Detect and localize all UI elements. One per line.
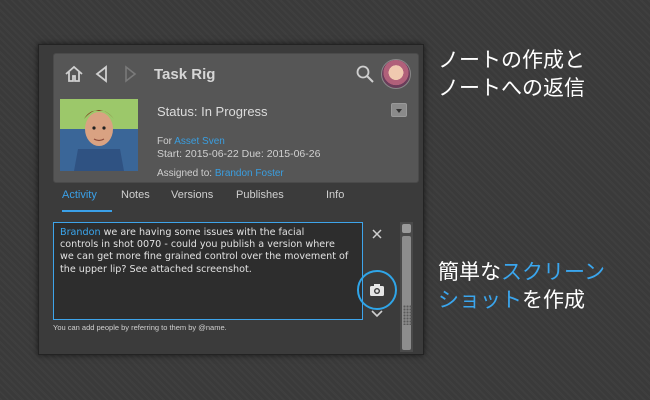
tab-bar: Activity Notes Versions Publishes Info bbox=[53, 185, 417, 213]
comment-line: controls in shot 0070 - could you publis… bbox=[60, 239, 335, 251]
screenshot-button[interactable] bbox=[357, 270, 397, 310]
tab-versions[interactable]: Versions bbox=[171, 189, 213, 201]
camera-icon bbox=[370, 284, 384, 296]
character-thumbnail-image bbox=[60, 99, 138, 171]
annotation-screenshot: 簡単なスクリーン ショットを作成 bbox=[438, 260, 605, 312]
page-title: Task Rig bbox=[154, 66, 216, 83]
chevron-down-icon bbox=[396, 109, 402, 113]
annotation-notes: ノートの作成と ノートへの返信 bbox=[438, 48, 585, 100]
scrollbar[interactable] bbox=[400, 222, 413, 352]
resize-grip[interactable] bbox=[403, 305, 412, 325]
tab-activity[interactable]: Activity bbox=[62, 189, 97, 201]
chevron-down-icon[interactable] bbox=[371, 310, 383, 318]
search-icon[interactable] bbox=[355, 64, 375, 84]
assignee-link[interactable]: Brandon Foster bbox=[215, 168, 284, 179]
titlebar: Task Rig bbox=[54, 54, 418, 94]
back-icon[interactable] bbox=[92, 65, 112, 83]
task-status: Status: In Progress bbox=[157, 104, 268, 119]
forward-icon[interactable] bbox=[120, 65, 140, 83]
task-dates: Start: 2015-06-22 Due: 2015-06-26 bbox=[157, 148, 321, 160]
tab-info[interactable]: Info bbox=[326, 189, 344, 201]
asset-thumbnail bbox=[60, 99, 138, 171]
status-dropdown-button[interactable] bbox=[391, 103, 407, 117]
task-header: Task Rig Status: In Progress For Asset S… bbox=[53, 53, 419, 183]
avatar[interactable] bbox=[381, 59, 411, 89]
comment-line: the upper lip? See attached screenshot. bbox=[60, 263, 252, 275]
close-icon[interactable] bbox=[372, 229, 382, 239]
home-icon[interactable] bbox=[64, 65, 84, 83]
task-entity: For Asset Sven bbox=[157, 136, 225, 147]
activity-panel: Task Rig Status: In Progress For Asset S… bbox=[38, 44, 424, 355]
tab-publishes[interactable]: Publishes bbox=[236, 189, 284, 201]
comment-line: we can get more fine grained control ove… bbox=[60, 251, 349, 263]
tab-notes[interactable]: Notes bbox=[121, 189, 150, 201]
mention-hint: You can add people by referring to them … bbox=[53, 323, 227, 332]
mention-tag: Brandon bbox=[60, 227, 101, 238]
entity-link[interactable]: Asset Sven bbox=[174, 136, 225, 147]
active-tab-indicator bbox=[62, 210, 112, 212]
note-reply-input[interactable]: Brandon we are having some issues with t… bbox=[53, 222, 363, 320]
scroll-up-button[interactable] bbox=[402, 224, 411, 233]
scroll-thumb[interactable] bbox=[402, 236, 411, 350]
comment-line: Brandon we are having some issues with t… bbox=[60, 227, 305, 238]
task-assignee: Assigned to: Brandon Foster bbox=[157, 168, 284, 179]
